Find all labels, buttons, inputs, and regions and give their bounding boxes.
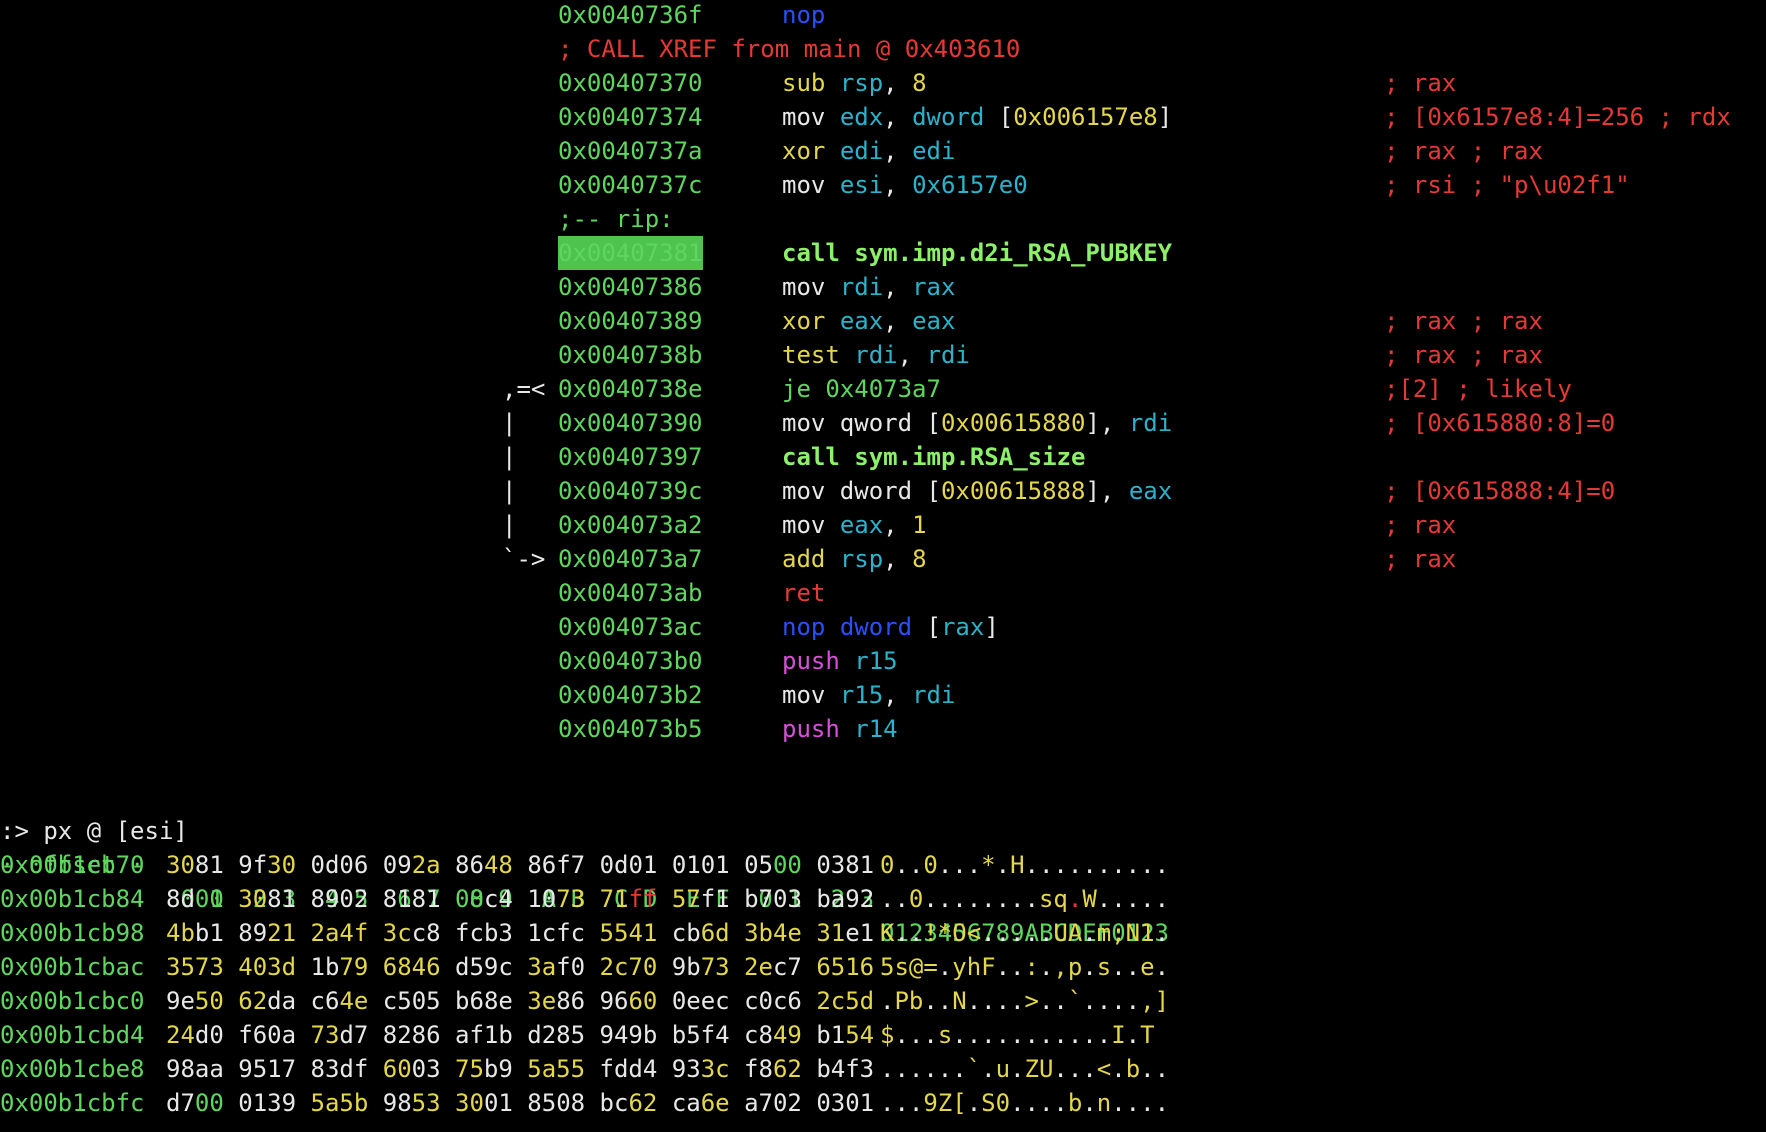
hexdump-ascii: $...s...........I.T [880, 1021, 1155, 1049]
hexdump-bytes: 3573 403d 1b79 6846 d59c 3af0 2c70 9b73 … [166, 953, 875, 981]
hexdump-offset[interactable]: 0x00b1cbac [0, 950, 145, 984]
jump-indicator: | [502, 409, 517, 437]
address[interactable]: 0x0040737a [558, 134, 703, 168]
instruction: sub rsp, 8 [782, 69, 927, 97]
instruction: nop dword [rax] [782, 613, 999, 641]
instruction: push r14 [782, 715, 898, 743]
address[interactable]: 0x004073a7 [558, 542, 703, 576]
hexdump-bytes: d700 0139 5a5b 9853 3001 8508 bc62 ca6e … [166, 1089, 875, 1117]
instruction: call sym.imp.RSA_size [782, 443, 1086, 471]
command-prompt[interactable]: :> px @ [esi] [0, 780, 188, 845]
address[interactable]: 0x00407374 [558, 100, 703, 134]
address[interactable]: 0x004073b0 [558, 644, 703, 678]
instruction: mov edx, dword [0x006157e8] [782, 103, 1173, 131]
instruction: xor eax, eax [782, 307, 956, 335]
jump-indicator: ,=< [502, 375, 546, 403]
hexdump-bytes: 24d0 f60a 73d7 8286 af1b d285 949b b5f4 … [166, 1021, 875, 1049]
instruction: add rsp, 8 [782, 545, 927, 573]
hexdump-ascii: ...9Z[.S0....b.n.... [880, 1089, 1170, 1117]
address[interactable]: 0x0040736f [558, 0, 703, 32]
hexdump-offset[interactable]: 0x00b1cbc0 [0, 984, 145, 1018]
hexdump-offset[interactable]: 0x00b1cbe8 [0, 1052, 145, 1086]
address[interactable]: 0x004073b5 [558, 712, 703, 746]
address[interactable]: 0x0040738b [558, 338, 703, 372]
address[interactable]: 0x00407397 [558, 440, 703, 474]
instruction: call sym.imp.d2i_RSA_PUBKEY [782, 239, 1173, 267]
address[interactable]: 0x00407390 [558, 406, 703, 440]
instruction: mov eax, 1 [782, 511, 927, 539]
hexdump-offset[interactable]: 0x00b1cbfc [0, 1086, 145, 1120]
instruction: mov dword [0x00615888], eax [782, 477, 1173, 505]
comment: ; rax [1384, 511, 1457, 539]
instruction: mov rdi, rax [782, 273, 956, 301]
hexdump-offset[interactable]: 0x00b1cb70 [0, 848, 145, 882]
comment: ; rax [1384, 69, 1457, 97]
jump-indicator: | [502, 443, 517, 471]
instruction: xor edi, edi [782, 137, 956, 165]
jump-indicator: | [502, 477, 517, 505]
address[interactable]: 0x00407386 [558, 270, 703, 304]
instruction: mov r15, rdi [782, 681, 956, 709]
address[interactable]: 0x004073ab [558, 576, 703, 610]
address[interactable]: 0x0040739c [558, 474, 703, 508]
instruction: je 0x4073a7 [782, 375, 941, 403]
address[interactable]: 0x0040737c [558, 168, 703, 202]
instruction: nop [782, 1, 826, 29]
address[interactable]: 0x004073ac [558, 610, 703, 644]
comment: ;[2] ; likely [1384, 375, 1572, 403]
instruction: mov esi, 0x6157e0 [782, 171, 1028, 199]
hexdump-ascii: K..!*O<.....UA.m;N1. [880, 919, 1170, 947]
xref-comment: ; CALL XREF from main @ 0x403610 [558, 35, 1021, 63]
address[interactable]: 0x00407389 [558, 304, 703, 338]
hexdump-header: - offset - 0 1 2 3 4 5 6 7 8 9 A B C D E… [0, 814, 1169, 947]
hexdump-offset[interactable]: 0x00b1cb98 [0, 916, 145, 950]
address[interactable]: 0x004073b2 [558, 678, 703, 712]
hexdump-bytes: 9e50 62da c64e c505 b68e 3e86 9660 0eec … [166, 987, 875, 1015]
comment: ; rax ; rax [1384, 137, 1543, 165]
comment: ; rax [1384, 545, 1457, 573]
hexdump-bytes: 3081 9f30 0d06 092a 8648 86f7 0d01 0101 … [166, 851, 875, 879]
comment: ; [0x615880:8]=0 [1384, 409, 1616, 437]
comment: ; [0x615888:4]=0 [1384, 477, 1616, 505]
jump-indicator: | [502, 511, 517, 539]
comment: ; [0x6157e8:4]=256 ; rdx [1384, 103, 1731, 131]
hexdump-ascii: ..0........sq.W..... [880, 885, 1170, 913]
hexdump-bytes: 98aa 9517 83df 6003 75b9 5a55 fdd4 933c … [166, 1055, 875, 1083]
rip-label: ;-- rip: [558, 205, 674, 233]
instruction: mov qword [0x00615880], rdi [782, 409, 1173, 437]
instruction: ret [782, 579, 826, 607]
hexdump-ascii: .Pb..N....>..`....,] [880, 987, 1170, 1015]
jump-indicator: `-> [502, 545, 546, 573]
comment: ; rax ; rax [1384, 341, 1543, 369]
instruction: push r15 [782, 647, 898, 675]
hexdump-bytes: 8d00 3081 8902 8181 00c4 1073 71ff 57f1 … [166, 885, 875, 913]
address[interactable]: 0x004073a2 [558, 508, 703, 542]
hexdump-ascii: ......`.u.ZU...<.b.. [880, 1055, 1170, 1083]
hexdump-offset[interactable]: 0x00b1cbd4 [0, 1018, 145, 1052]
instruction: test rdi, rdi [782, 341, 970, 369]
hexdump-offset[interactable]: 0x00b1cb84 [0, 882, 145, 916]
address[interactable]: 0x0040738e [558, 372, 703, 406]
current-address[interactable]: 0x00407381 [558, 236, 703, 270]
hexdump-ascii: 0..0...*.H.......... [880, 851, 1170, 879]
address[interactable]: 0x00407370 [558, 66, 703, 100]
comment: ; rsi ; "p\u02f1" [1384, 171, 1630, 199]
hexdump-bytes: 4bb1 8921 2a4f 3cc8 fcb3 1cfc 5541 cb6d … [166, 919, 875, 947]
hexdump-ascii: 5s@=.yhF..:.,p.s..e. [880, 953, 1170, 981]
comment: ; rax ; rax [1384, 307, 1543, 335]
